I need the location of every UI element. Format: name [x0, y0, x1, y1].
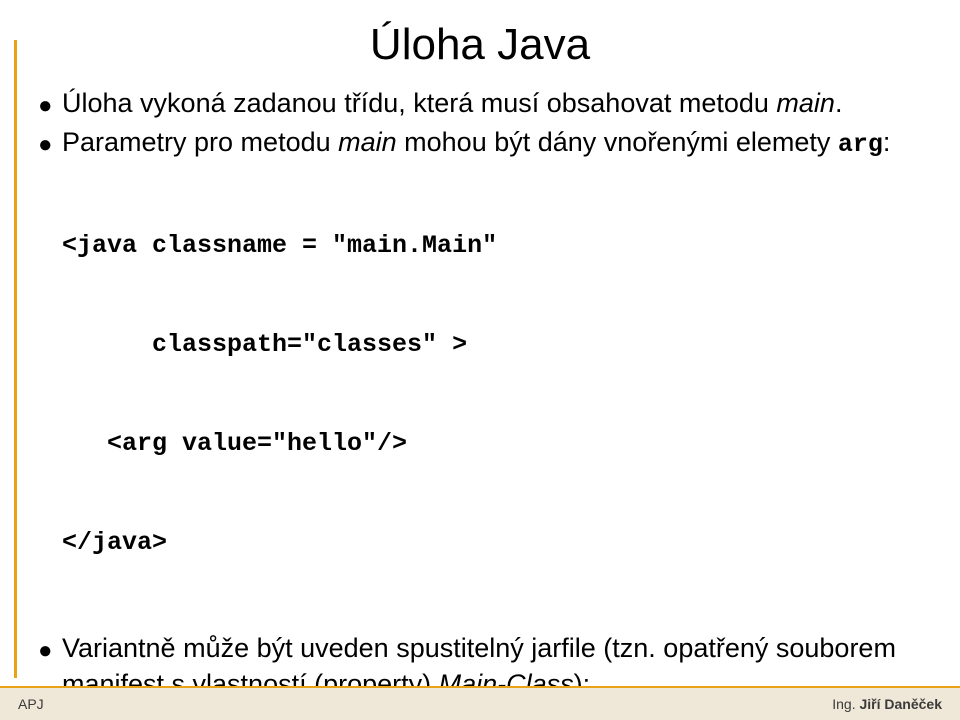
text-run: Úloha vykoná zadanou třídu, která musí o… — [62, 88, 776, 118]
text-run: : — [883, 127, 891, 157]
inline-code: arg — [838, 130, 883, 159]
code-line: <java classname = "main.Main" — [62, 229, 920, 262]
text-em: main — [776, 88, 835, 118]
slide-title: Úloha Java — [0, 20, 960, 70]
text-run: mohou být dány vnořenými elemety — [397, 127, 838, 157]
vertical-rule — [14, 40, 17, 678]
text-em: main — [338, 127, 397, 157]
slide: Úloha Java ● Úloha vykoná zadanou třídu,… — [0, 0, 960, 720]
bullet-dot: ● — [38, 86, 62, 123]
code-line: </java> — [62, 526, 920, 559]
slide-footer: APJ Ing. Jiří Daněček — [0, 686, 960, 720]
bullet-text: Úloha vykoná zadanou třídu, která musí o… — [62, 86, 920, 123]
code-line: <arg value="hello"/> — [62, 427, 920, 460]
slide-content: ● Úloha vykoná zadanou třídu, která musí… — [38, 86, 920, 720]
text-run: Parametry pro metodu — [62, 127, 338, 157]
bullet-item: ● Parametry pro metodu main mohou být dá… — [38, 125, 920, 162]
code-block: <java classname = "main.Main" classpath=… — [62, 163, 920, 625]
footer-left: APJ — [18, 696, 44, 712]
footer-prefix: Ing. — [832, 696, 859, 712]
code-line: classpath="classes" > — [62, 328, 920, 361]
bullet-text: Parametry pro metodu main mohou být dány… — [62, 125, 920, 162]
footer-author: Jiří Daněček — [860, 696, 943, 712]
bullet-dot: ● — [38, 125, 62, 162]
footer-right: Ing. Jiří Daněček — [832, 696, 942, 712]
text-run: . — [835, 88, 843, 118]
bullet-item: ● Úloha vykoná zadanou třídu, která musí… — [38, 86, 920, 123]
